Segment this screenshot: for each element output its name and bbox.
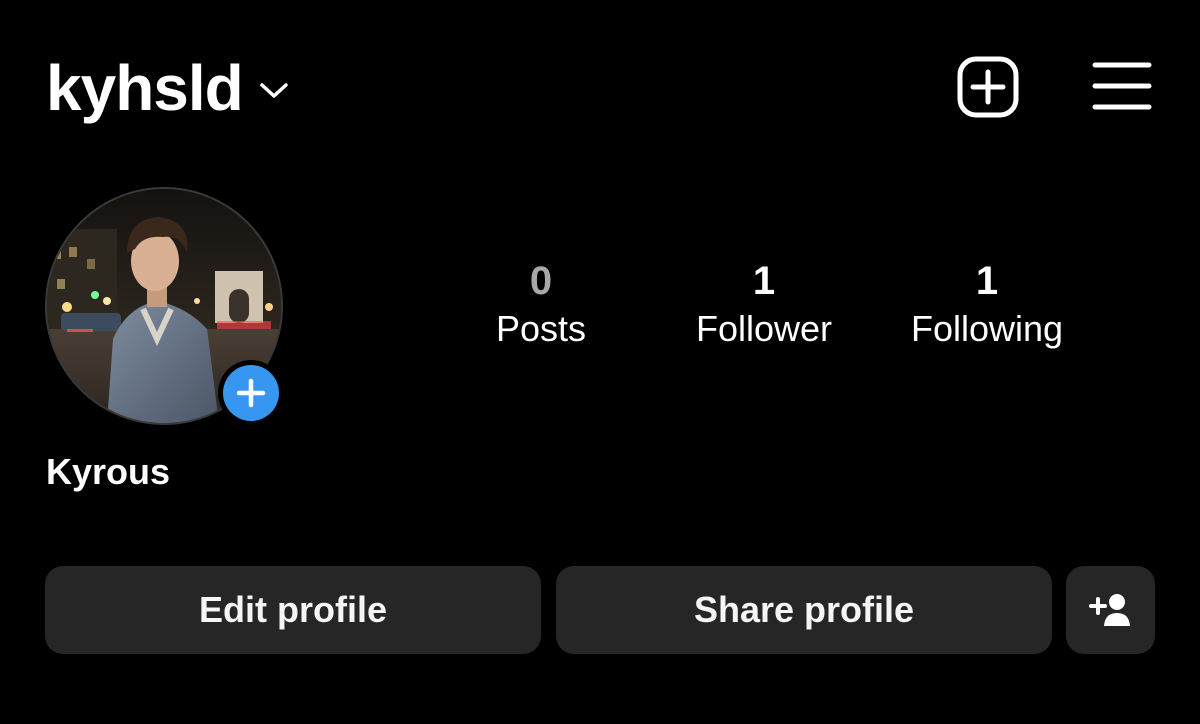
add-person-icon <box>1088 594 1130 626</box>
username: kyhsld <box>46 52 244 124</box>
edit-profile-button[interactable]: Edit profile <box>45 566 541 654</box>
profile-screen: kyhsld 0 Posts 1 Follower 1 Following Ky… <box>0 0 1200 724</box>
followers-stat[interactable]: 1 Follower <box>664 256 864 352</box>
plus-square-icon <box>957 56 1019 118</box>
posts-count: 0 <box>529 259 553 303</box>
account-switcher[interactable]: kyhsld <box>46 48 289 128</box>
menu-button[interactable] <box>1092 60 1152 112</box>
add-story-badge <box>223 365 279 421</box>
add-story-button[interactable] <box>218 360 284 426</box>
full-name: Kyrous <box>46 451 171 492</box>
followers-label: Follower <box>695 308 833 349</box>
plus-icon <box>236 378 266 408</box>
followers-count: 1 <box>752 259 776 303</box>
chevron-down-icon <box>260 83 288 98</box>
discover-people-button[interactable] <box>1066 566 1155 654</box>
following-count: 1 <box>975 259 999 303</box>
posts-label: Posts <box>495 308 587 349</box>
new-post-button[interactable] <box>956 55 1020 119</box>
following-label: Following <box>910 308 1064 349</box>
share-profile-button[interactable]: Share profile <box>556 566 1052 654</box>
following-stat[interactable]: 1 Following <box>887 256 1087 352</box>
posts-stat: 0 Posts <box>441 256 641 352</box>
hamburger-menu-icon <box>1092 62 1152 110</box>
